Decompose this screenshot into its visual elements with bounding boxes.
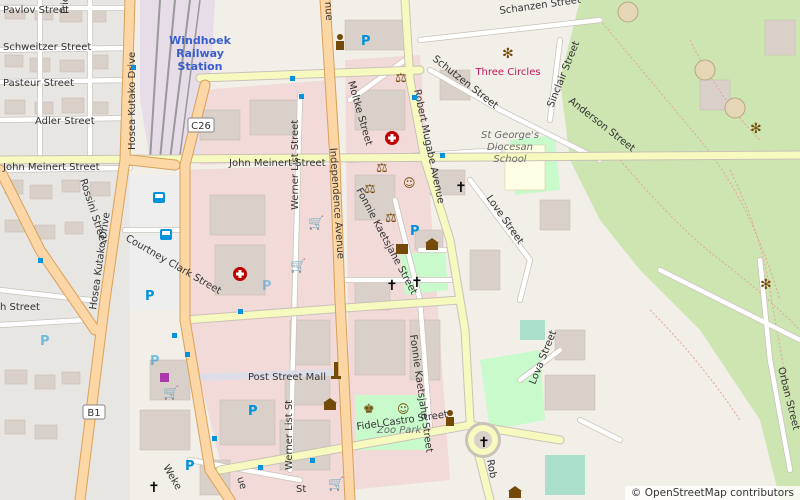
theatre-icon[interactable]: ☺ <box>397 402 410 416</box>
parking-icon[interactable]: P <box>248 404 258 419</box>
parking-icon[interactable]: P <box>361 34 371 49</box>
parking-icon[interactable]: P <box>40 334 50 349</box>
map-attribution[interactable]: © OpenStreetMap contributors <box>624 486 800 500</box>
attraction-icon[interactable]: ✻ <box>750 121 762 137</box>
svg-text:♚: ♚ <box>363 402 375 417</box>
church-icon[interactable]: ✝ <box>411 275 423 291</box>
police-icon[interactable] <box>336 34 344 50</box>
hospital-icon[interactable] <box>385 131 399 145</box>
courthouse-icon[interactable]: ⚖ <box>364 182 376 197</box>
bus-stop-icon[interactable] <box>160 229 172 240</box>
bus-stop-icon[interactable] <box>185 352 190 357</box>
parking-icon[interactable]: P <box>145 289 155 304</box>
shopping-cart-icon[interactable]: 🛒 <box>163 385 179 401</box>
parking-icon[interactable]: P <box>262 279 272 294</box>
bus-stop-icon[interactable] <box>172 333 177 338</box>
courthouse-icon[interactable]: ⚖ <box>385 211 397 226</box>
bus-stop-icon[interactable] <box>440 153 445 158</box>
church-icon[interactable]: ✝ <box>455 180 467 196</box>
museum-icon[interactable] <box>508 486 522 498</box>
bus-stop-icon[interactable] <box>412 95 417 100</box>
attraction-icon[interactable]: ✻ <box>502 46 514 62</box>
bus-stop-icon[interactable] <box>238 309 243 314</box>
bus-stop-icon[interactable] <box>299 94 304 99</box>
monument-icon[interactable] <box>331 362 341 379</box>
parking-icon[interactable]: P <box>185 459 195 474</box>
bus-stop-icon[interactable] <box>212 436 217 441</box>
bus-stop-icon[interactable] <box>290 76 295 81</box>
bus-stop-icon[interactable] <box>131 65 136 70</box>
bus-stop-icon[interactable] <box>310 458 315 463</box>
poi-layer: P P P P P P P P ✝ ✝ ✝ ✝ ✝ ⚖ ⚖ ⚖ ⚖ ☺ ☺ ♚ … <box>38 34 772 498</box>
shopping-cart-icon[interactable]: 🛒 <box>308 215 324 231</box>
courthouse-icon[interactable]: ⚖ <box>376 161 388 176</box>
courthouse-icon[interactable]: ⚖ <box>395 71 407 86</box>
viewpoint-icon[interactable]: ♚ <box>363 402 375 417</box>
museum-icon[interactable] <box>323 398 337 410</box>
church-icon[interactable]: ✝ <box>478 435 490 451</box>
church-icon[interactable]: ✝ <box>386 278 398 294</box>
church-icon[interactable]: ✝ <box>148 480 160 496</box>
gift-shop-icon[interactable] <box>160 373 169 382</box>
attraction-icon[interactable]: ✻ <box>760 277 772 293</box>
museum-icon[interactable] <box>425 238 439 250</box>
bus-stop-icon[interactable] <box>153 192 165 203</box>
theatre-icon[interactable]: ☺ <box>403 176 416 190</box>
police-icon[interactable] <box>446 410 454 426</box>
bus-stop-icon[interactable] <box>38 258 43 263</box>
map-canvas[interactable]: Pavlov Street Fried Schweitzer Street Pa… <box>0 0 800 500</box>
bus-stop-icon[interactable] <box>258 465 263 470</box>
hospital-icon[interactable] <box>233 267 247 281</box>
parking-icon[interactable]: P <box>150 354 160 369</box>
shopping-cart-icon[interactable]: 🛒 <box>328 476 344 492</box>
shopping-cart-icon[interactable]: 🛒 <box>290 258 306 274</box>
library-icon[interactable] <box>396 244 408 254</box>
parking-icon[interactable]: P <box>410 224 420 239</box>
